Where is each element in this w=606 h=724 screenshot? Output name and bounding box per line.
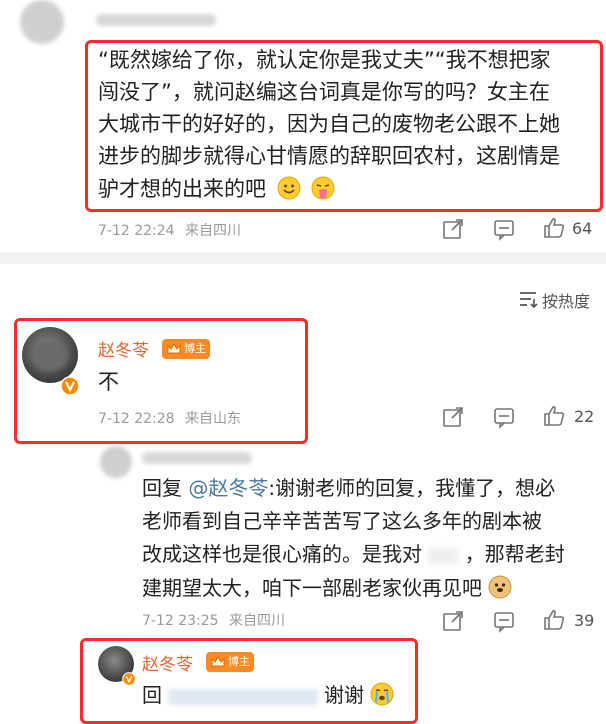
top-comment-meta: 7-12 22:24 来自四川: [98, 220, 241, 240]
comment-line-last: 驴才想的出来的吧: [98, 172, 598, 205]
reply-line-2: 老师看到自己辛辛苦苦写了这么多年的剧本被: [142, 509, 542, 533]
reply-line-4-text: 建期望太大，咱下一部剧老家伙再见吧: [142, 576, 482, 600]
sort-icon: [520, 292, 538, 309]
vomit-emoji-icon: [311, 176, 335, 200]
comment-line: “既然嫁给了你，就认定你是我丈夫”“我不想把家: [98, 48, 551, 72]
author-name[interactable]: 赵冬苓: [98, 336, 149, 361]
comment-line: 进步的脚步就得心甘情愿的辞职回农村，这剧情是: [98, 144, 560, 168]
verified-v-icon: [60, 376, 80, 396]
author-reply-2-text: 回 谢谢: [142, 678, 394, 711]
share-icon[interactable]: [441, 217, 465, 241]
thumb-up-icon[interactable]: [542, 404, 566, 428]
reply2-like-count: 39: [574, 611, 595, 630]
top-comment-text: “既然嫁给了你，就认定你是我丈夫”“我不想把家 闯没了”，就问赵编这台词真是你写…: [98, 44, 598, 205]
reply-source: 来自四川: [229, 613, 286, 629]
verified-v-icon: [122, 672, 136, 686]
redacted-mention: [168, 688, 318, 705]
redacted-text: [428, 547, 459, 564]
comment-icon[interactable]: [492, 217, 516, 241]
reply-text-first: :谢谢老师的回复，我懂了，想必: [268, 476, 556, 500]
comment-icon[interactable]: [492, 405, 516, 429]
reply-line-4: 建期望太大，咱下一部剧老家伙再见吧: [142, 571, 602, 605]
comment-source: 来自四川: [185, 223, 242, 239]
reply-text-tail: 谢谢: [324, 683, 364, 707]
smile-emoji-icon: [277, 176, 301, 200]
user-reply-meta: 7-12 23:25 来自四川: [142, 610, 285, 630]
reply1-like-count: 22: [574, 407, 595, 426]
comment-time: 7-12 22:24: [98, 223, 175, 239]
reply-source: 来自山东: [185, 411, 242, 427]
reply-time: 7-12 23:25: [142, 613, 219, 629]
author-avatar[interactable]: [22, 327, 78, 383]
blogger-badge-label: 博主: [184, 342, 206, 355]
reply-line-3: 改成这样也是很心痛的。是我对 ，那帮老封: [142, 538, 602, 571]
blogger-badge-label: 博主: [228, 655, 250, 668]
reply-line-3-tail: ，那帮老封: [464, 542, 565, 566]
replier-name-blurred[interactable]: [142, 452, 252, 464]
top-like-count: 64: [572, 219, 593, 238]
comment-line: 大城市干的好好的，因为自己的废物老公跟不上她: [98, 112, 560, 136]
commenter-avatar[interactable]: [20, 0, 64, 44]
author-reply-text: 不: [98, 370, 119, 394]
thumb-up-icon[interactable]: [542, 608, 566, 632]
reply-prefix: 回复: [142, 476, 182, 500]
replier-avatar[interactable]: [100, 446, 132, 478]
comment-icon[interactable]: [492, 609, 516, 633]
author-reply-meta: 7-12 22:28 来自山东: [98, 408, 241, 428]
author-name[interactable]: 赵冬苓: [142, 650, 193, 675]
crying-emoji-icon: [370, 682, 394, 706]
comment-line-text: 驴才想的出来的吧: [98, 177, 266, 201]
reply-line-1: 回复 @赵冬苓:谢谢老师的回复，我懂了，想必: [142, 472, 602, 505]
commenter-name-blurred[interactable]: [96, 14, 216, 26]
reply-line-3-text: 改成这样也是很心痛的。是我对: [142, 542, 422, 566]
reply-prefix: 回: [142, 683, 162, 707]
thumb-up-icon[interactable]: [542, 216, 566, 240]
user-reply-text: 回复 @赵冬苓:谢谢老师的回复，我懂了，想必 老师看到自己辛辛苦苦写了这么多年的…: [142, 472, 602, 605]
share-icon[interactable]: [441, 405, 465, 429]
reply-time: 7-12 22:28: [98, 411, 175, 427]
crown-icon: [211, 656, 225, 667]
crown-icon: [167, 343, 181, 354]
doge-emoji-icon: [488, 575, 512, 599]
share-icon[interactable]: [441, 609, 465, 633]
comment-line: 闯没了”，就问赵编这台词真是你写的吗？女主在: [98, 80, 550, 104]
sort-label: 按热度: [542, 292, 591, 311]
blogger-badge: 博主: [162, 339, 210, 359]
blogger-badge: 博主: [206, 652, 254, 672]
section-divider: [0, 252, 606, 264]
mention-link[interactable]: @赵冬苓: [188, 476, 268, 500]
